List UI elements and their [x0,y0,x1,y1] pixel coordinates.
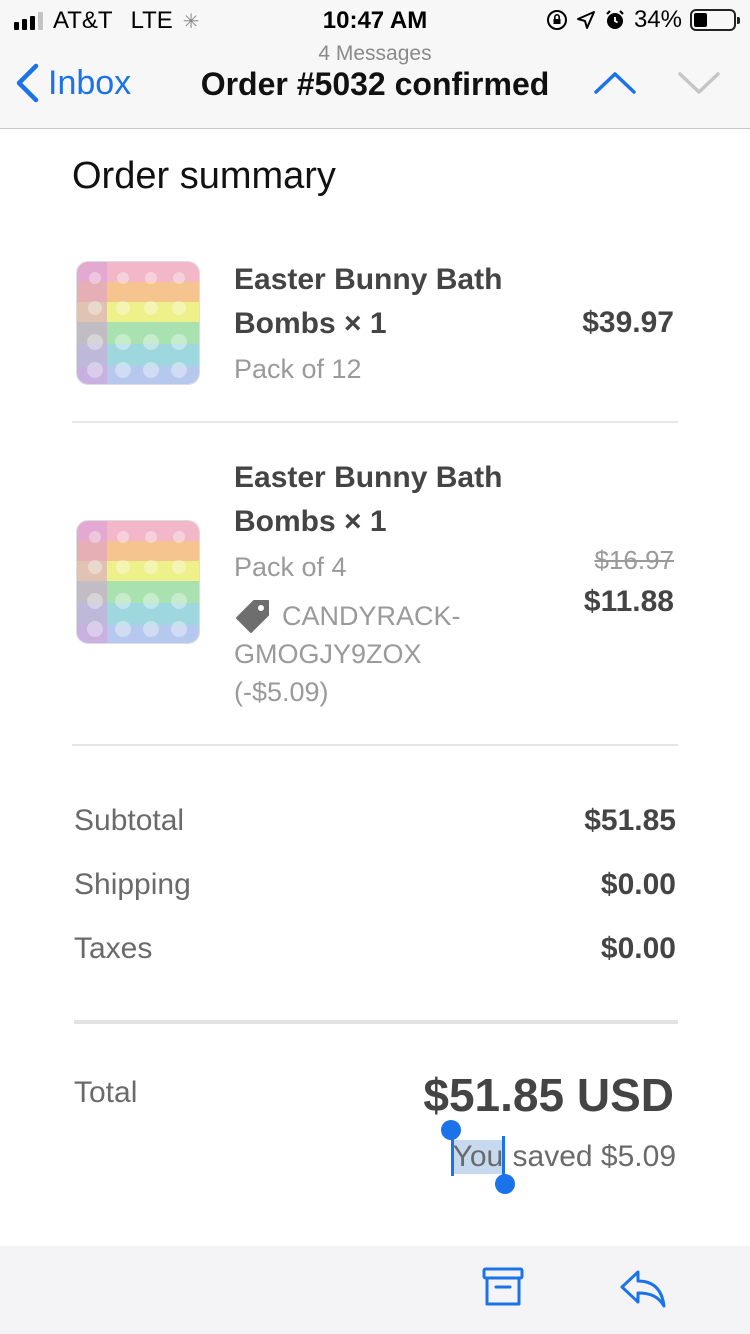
next-message-button[interactable] [676,68,722,103]
divider [72,744,678,746]
selection-end-handle[interactable] [495,1174,516,1194]
total-divider [74,1020,678,1024]
subtotal-value: $51.85 [584,804,676,837]
shipping-label: Shipping [74,868,191,901]
shipping-value: $0.00 [600,868,676,901]
savings-amount: saved $5.09 [504,1140,676,1173]
product-thumbnail [76,520,200,644]
item-name: Easter Bunny Bath Bombs × 1 [234,461,503,538]
battery-icon [690,9,740,31]
selection-end-bar [502,1136,506,1176]
taxes-value: $0.00 [600,932,676,965]
status-right: 34% [546,6,740,34]
alarm-clock-icon [606,10,624,29]
item-price: $39.97 [582,306,674,339]
location-arrow-icon [576,11,595,29]
selection-start-bar [450,1136,454,1176]
product-thumbnail [76,261,200,385]
taxes-label: Taxes [74,932,153,965]
reply-arrow-icon [620,1270,666,1308]
selection-start-handle[interactable] [440,1120,461,1140]
message-nav-bar: Inbox 4 Messages Order #5032 confirmed [0,40,750,129]
archive-button[interactable] [482,1266,524,1313]
previous-message-button[interactable] [592,68,638,103]
total-label: Total [74,1076,138,1109]
item-original-price: $16.97 [594,545,674,575]
item-name: Easter Bunny Bath Bombs × 1 [234,263,503,340]
selected-text[interactable]: You [440,1120,516,1194]
archive-box-icon [482,1267,524,1306]
message-count: 4 Messages [318,42,432,65]
chevron-down-icon [678,72,720,94]
chevron-up-icon [594,72,636,94]
subtotal-label: Subtotal [74,804,185,837]
order-summary-heading: Order summary [72,155,336,197]
bottom-toolbar [0,1246,750,1334]
battery-percent: 34% [633,6,682,33]
item-variant: Pack of 12 [234,354,362,384]
discount-code: CANDYRACK-GMOGJY9ZOX (-$5.09) [234,601,461,707]
item-price: $11.88 [583,585,674,618]
status-bar: AT&T LTE ✳ 10:47 AM 34% [0,0,750,40]
selected-word: You [452,1140,504,1173]
orientation-lock-icon [546,10,567,30]
savings-text[interactable]: You saved $5.09 [440,1120,676,1194]
divider [72,421,678,423]
item-variant: Pack of 4 [234,552,347,582]
reply-button[interactable] [618,1266,668,1315]
total-value: $51.85 USD [423,1069,674,1121]
